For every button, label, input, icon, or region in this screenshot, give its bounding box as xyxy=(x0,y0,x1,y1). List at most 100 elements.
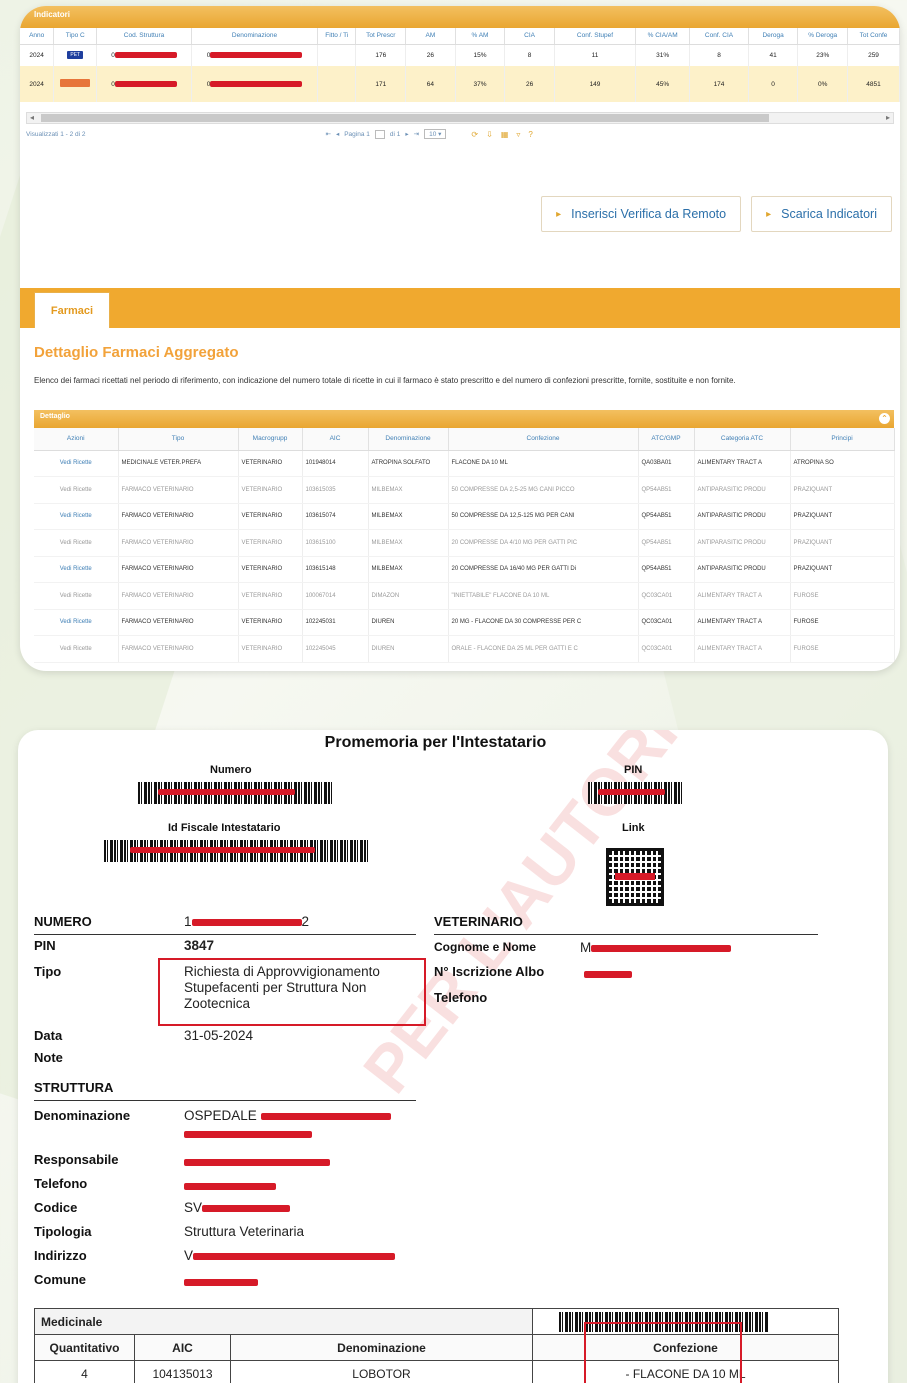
cell-value: 26 xyxy=(504,66,555,102)
indicatori-col-header[interactable]: % AM xyxy=(455,28,506,45)
tipo-field-label: Tipo xyxy=(34,964,62,979)
farmaci-row: Vedi Ricette MEDICINALE VETER.PREFA VETERI… xyxy=(34,450,895,477)
farmaci-cell: FARMACO VETERINARIO xyxy=(118,529,239,557)
farmaci-cell: ANTIPARASITIC PRODU xyxy=(694,529,791,557)
inserisci-verifica-label: Inserisci Verifica da Remoto xyxy=(571,207,727,221)
farmaci-cell: MILBEMAX xyxy=(368,476,449,504)
print-icon[interactable]: ▦ xyxy=(501,130,509,139)
next-page-icon[interactable]: ▸ xyxy=(405,130,408,138)
indicatori-col-header[interactable]: CIA xyxy=(504,28,555,45)
medicinale-title: Medicinale xyxy=(33,1308,534,1335)
farmaci-col-header[interactable]: Confezione xyxy=(448,428,639,451)
farmaci-cell: ANTIPARASITIC PRODU xyxy=(694,476,791,504)
indicatori-col-header[interactable]: Conf. CIA xyxy=(689,28,749,45)
numero-barcode xyxy=(138,782,334,804)
farmaci-cell: 50 COMPRESSE DA 2,5-25 MG CANI PICCO xyxy=(448,476,639,504)
indicatori-col-header[interactable]: Deroga xyxy=(748,28,799,45)
cell-value: 31% xyxy=(635,44,691,66)
scarica-indicatori-label: Scarica Indicatori xyxy=(781,207,877,221)
indicatori-col-header[interactable]: % Deroga xyxy=(797,28,849,45)
indicatori-col-header[interactable]: Anno xyxy=(20,28,55,45)
idfiscale-barcode-label: Id Fiscale Intestatario xyxy=(168,822,281,834)
vedi-ricette-link[interactable]: Vedi Ricette xyxy=(34,556,119,583)
indicatori-row[interactable]: 2024 0 0 171 64 37% 26 149 45% 174 0 0% 4851 xyxy=(20,66,900,102)
cell-cod-struttura: 0 xyxy=(96,66,192,102)
page-number-input[interactable] xyxy=(374,129,385,139)
vedi-ricette-link[interactable]: Vedi Ricette xyxy=(34,582,119,610)
farmaci-cell: ALIMENTARY TRACT A xyxy=(694,635,791,663)
indicatori-col-header[interactable]: Cod. Struttura xyxy=(96,28,192,45)
indicatori-col-header[interactable]: % CIA/AM xyxy=(635,28,691,45)
scroll-right-icon[interactable]: ▸ xyxy=(886,113,890,122)
first-page-icon[interactable]: ⇤ xyxy=(326,130,331,138)
indicatori-col-header[interactable]: Tipo C xyxy=(53,28,98,45)
cell-tipo: PET xyxy=(53,44,98,66)
med-aic: 104135013 xyxy=(134,1360,231,1383)
cognome-label: Cognome e Nome xyxy=(434,940,537,954)
cell-value: 37% xyxy=(455,66,506,102)
scrollbar-thumb[interactable] xyxy=(41,114,769,122)
farmaci-col-header[interactable]: Categoria ATC xyxy=(694,428,791,451)
farmaci-cell: 100067014 xyxy=(302,582,369,610)
farmaci-cell: 103615148 xyxy=(302,556,369,583)
scarica-indicatori-button[interactable]: ▸ Scarica Indicatori xyxy=(751,196,892,232)
dettaglio-panel: Dettaglio ⌃ Azioni Tipo Macrogrupp AIC Denom… xyxy=(34,410,895,663)
farmaci-cell: ALIMENTARY TRACT A xyxy=(694,450,791,477)
indirizzo-label: Indirizzo xyxy=(34,1248,87,1263)
col-aic: AIC xyxy=(134,1334,231,1361)
highlight-box xyxy=(158,958,426,1026)
farmaci-col-header[interactable]: Azioni xyxy=(34,428,119,451)
pager-of-label: di 1 xyxy=(389,130,401,138)
prev-page-icon[interactable]: ◂ xyxy=(336,130,339,138)
farmaci-cell: FARMACO VETERINARIO xyxy=(118,476,239,504)
farmaci-row: Vedi Ricette FARMACO VETERINARIO VETERINAR… xyxy=(34,556,895,583)
vedi-ricette-link[interactable]: Vedi Ricette xyxy=(34,529,119,557)
indicatori-col-header[interactable]: Tot Confe xyxy=(847,28,900,45)
indicatori-col-header[interactable]: Fitto / Ti xyxy=(317,28,357,45)
tab-farmaci[interactable]: Farmaci xyxy=(34,292,110,328)
farmaci-cell: MILBEMAX xyxy=(368,556,449,583)
farmaci-col-header[interactable]: Denominazione xyxy=(368,428,449,451)
farmaci-col-header[interactable]: Macrogrupp xyxy=(238,428,303,451)
inserisci-verifica-button[interactable]: ▸ Inserisci Verifica da Remoto xyxy=(541,196,742,232)
page-size-value: 10 xyxy=(429,131,437,138)
farmaci-cell: 102245031 xyxy=(302,609,369,636)
farmaci-row: Vedi Ricette FARMACO VETERINARIO VETERINAR… xyxy=(34,582,895,610)
farmaci-cell: DIUREN xyxy=(368,635,449,663)
horizontal-scrollbar[interactable]: ◂ ▸ xyxy=(26,112,894,124)
page-size-select[interactable]: 10 ▾ xyxy=(424,129,447,139)
indicatori-col-header[interactable]: Conf. Stupef xyxy=(554,28,637,45)
indicatori-col-header[interactable]: Tot Prescr xyxy=(355,28,407,45)
refresh-icon[interactable]: ⟳ xyxy=(471,130,478,139)
cell-value: 171 xyxy=(355,66,407,102)
vedi-ricette-link[interactable]: Vedi Ricette xyxy=(34,503,119,530)
farmaci-cell: QP54AB51 xyxy=(638,556,695,583)
farmaci-cell: MILBEMAX xyxy=(368,503,449,530)
filter-icon[interactable]: ▿ xyxy=(516,130,520,139)
farmaci-cell: VETERINARIO xyxy=(238,450,303,477)
collapse-icon[interactable]: ⌃ xyxy=(879,413,890,424)
tipo-badge xyxy=(60,79,91,87)
vedi-ricette-link[interactable]: Vedi Ricette xyxy=(34,450,119,477)
vedi-ricette-link[interactable]: Vedi Ricette xyxy=(34,609,119,636)
help-icon[interactable]: ? xyxy=(528,130,532,139)
pin-field-label: PIN xyxy=(34,938,56,953)
farmaci-col-header[interactable]: Tipo xyxy=(118,428,239,451)
indicatori-col-header[interactable]: Denominazione xyxy=(191,28,319,45)
numero-field-value: 12 xyxy=(184,914,310,929)
scroll-left-icon[interactable]: ◂ xyxy=(30,113,34,122)
indicatori-col-header[interactable]: AM xyxy=(405,28,456,45)
last-page-icon[interactable]: ⇥ xyxy=(414,130,419,138)
farmaci-col-header[interactable]: AIC xyxy=(302,428,369,451)
indicatori-row[interactable]: 2024 PET 0 0 176 26 15% 8 11 31% 8 41 23% 259 xyxy=(20,44,900,66)
pin-barcode-label: PIN xyxy=(624,764,643,776)
data-field-value: 31-05-2024 xyxy=(184,1028,254,1043)
vedi-ricette-link[interactable]: Vedi Ricette xyxy=(34,635,119,663)
cell-fitto xyxy=(317,44,357,66)
export-icon[interactable]: ⇩ xyxy=(486,130,493,139)
farmaci-cell: QC03CA01 xyxy=(638,582,695,610)
vedi-ricette-link[interactable]: Vedi Ricette xyxy=(34,476,119,504)
farmaci-col-header[interactable]: Principi xyxy=(790,428,895,451)
farmaci-col-header[interactable]: ATC/GMP xyxy=(638,428,695,451)
cell-anno: 2024 xyxy=(20,44,55,66)
